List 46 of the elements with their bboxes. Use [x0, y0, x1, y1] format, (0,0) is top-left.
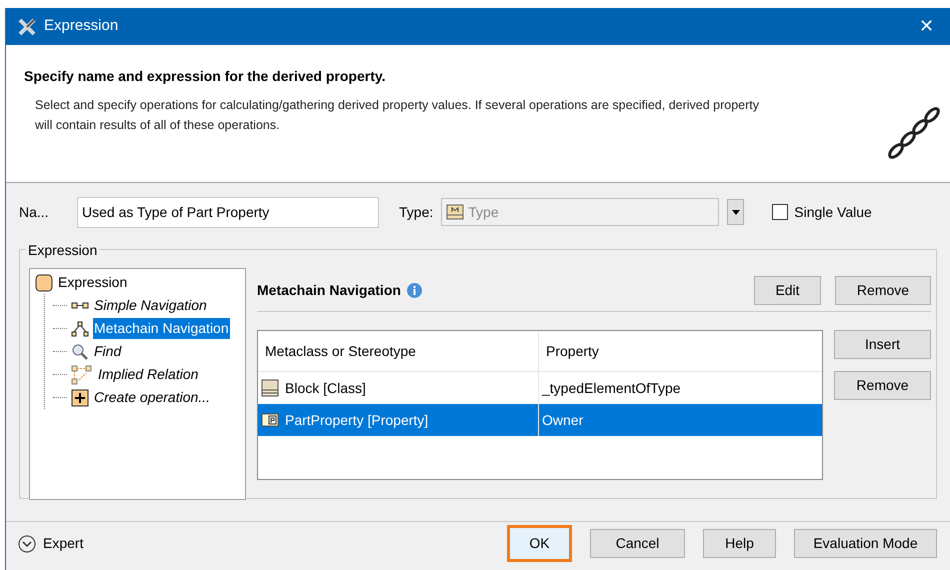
panel-button[interactable]: Edit [754, 276, 821, 305]
dropdown-button[interactable] [727, 199, 744, 225]
table-cell-text: Owner [542, 410, 584, 430]
dialog-button[interactable]: Evaluation Mode [794, 529, 937, 558]
hierarchy-icon [71, 320, 89, 336]
tree-item[interactable]: Implied Relation [97, 364, 200, 385]
column-header[interactable]: Property [539, 331, 822, 371]
app-logo-icon [18, 18, 36, 36]
table-button[interactable]: Remove [834, 371, 931, 400]
expert-toggle[interactable]: Expert [18, 533, 84, 554]
expression-icon [35, 274, 53, 292]
single-value-checkbox[interactable] [772, 204, 788, 220]
tree-item[interactable]: Create operation... [93, 387, 211, 408]
table-row[interactable]: PartProperty [Property] Owner [258, 404, 822, 436]
table-button[interactable]: Insert [834, 330, 931, 359]
table-cell-text: _typedElementOfType [542, 378, 681, 398]
tree-item[interactable]: Expression [57, 272, 128, 293]
part-property-icon [261, 413, 279, 427]
name-field[interactable]: Used as Type of Part Property [77, 196, 379, 228]
tree-item[interactable]: Simple Navigation [93, 295, 208, 316]
tree-item[interactable]: Metachain Navigation [93, 318, 230, 339]
dialog-button[interactable]: OK [507, 525, 572, 562]
tree-item[interactable]: Find [93, 341, 122, 362]
panel-button[interactable]: Remove [835, 276, 931, 305]
window-title: Expression [44, 16, 118, 36]
column-header[interactable]: Metaclass or Stereotype [258, 331, 539, 371]
type-label: Type: [399, 202, 434, 222]
table-cell-text: PartProperty [Property] [285, 410, 428, 430]
header-title: Specify name and expression for the derived property. [24, 67, 387, 86]
metaclass-icon [446, 204, 464, 220]
block-icon [261, 379, 279, 397]
header-description: Select and specify operations for calculating/gathering derived property values. If several operations are specified, derived property will contain results of all of these operations. [35, 97, 760, 134]
magnifier-icon [71, 342, 89, 360]
table-cell-text: Block [Class] [285, 378, 366, 398]
name-label: Na... [19, 202, 50, 222]
panel-title: Metachain Navigation [257, 281, 401, 300]
navigation-icon [71, 302, 89, 310]
single-value-label: Single Value [794, 202, 872, 222]
dialog-button[interactable]: Help [703, 529, 776, 558]
dialog-button[interactable]: Cancel [590, 529, 685, 558]
relation-icon [71, 364, 93, 384]
info-icon [406, 283, 422, 298]
caret-icon [732, 210, 740, 214]
chevron-icon [18, 534, 36, 552]
plus-icon [71, 388, 89, 406]
close-button[interactable]: ✕ [915, 13, 938, 40]
